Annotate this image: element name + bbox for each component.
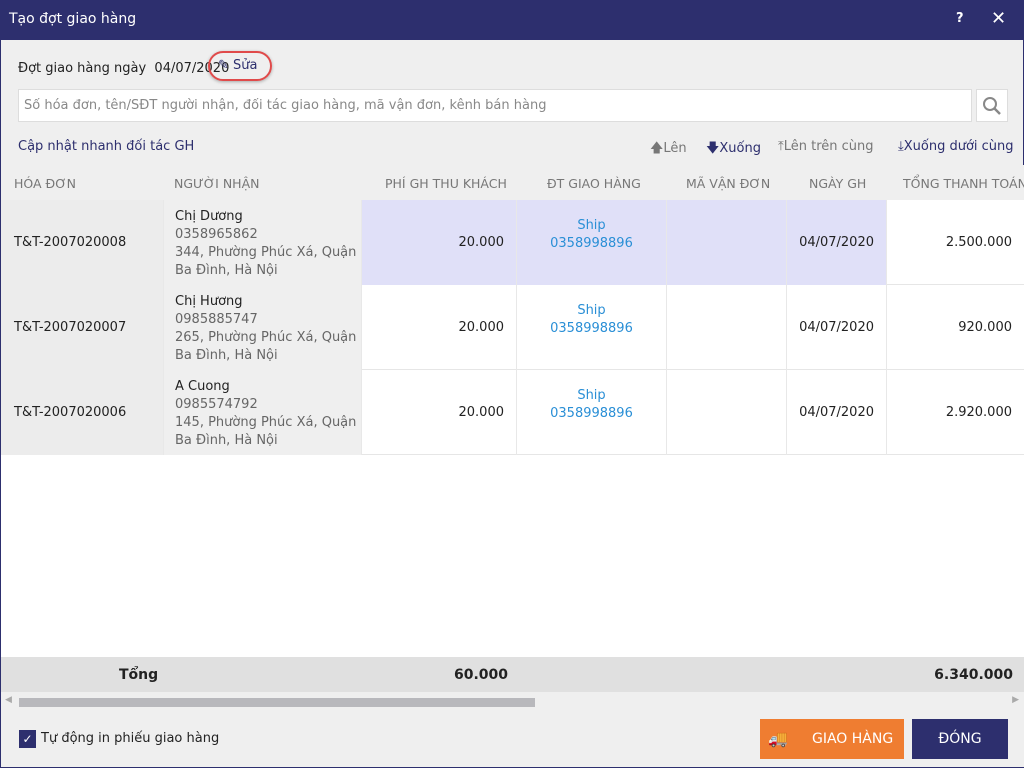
move-top-label: Lên trên cùng [783,139,874,154]
quick-update-partner-link[interactable]: Cập nhật nhanh đối tác GH [18,139,194,154]
tracking-cell[interactable] [667,285,787,370]
col-fee[interactable]: PHÍ GH THU KHÁCH [385,176,507,191]
date-cell[interactable]: 04/07/2020 [787,285,887,370]
fee-cell[interactable]: 20.000 [362,370,517,455]
col-partner[interactable]: ĐT GIAO HÀNG [547,176,641,191]
date-value: 04/07/2020 [799,405,874,420]
tracking-cell[interactable] [667,200,787,285]
total-cell: 2.920.000 [887,370,1024,455]
recipient-phone: 0358965862 [175,227,258,242]
table-row[interactable]: T&T-2007020008 Chị Dương 0358965862 344, P… [1,200,1024,285]
invoice-cell: T&T-2007020007 [1,285,164,370]
partner-name[interactable]: Ship [517,387,666,405]
total-value: 2.920.000 [945,405,1012,420]
fee-value: 20.000 [458,320,505,335]
move-down-label: Xuống [719,141,761,156]
move-down-button[interactable]: 🡇Xuống [706,139,761,161]
col-tracking[interactable]: MÃ VẬN ĐƠN [686,176,770,191]
scrollbar-thumb[interactable] [19,698,535,707]
invoice-cell: T&T-2007020008 [1,200,164,285]
invoice-number[interactable]: T&T-2007020007 [14,320,126,335]
recipient-name: Chị Hương [175,294,243,309]
partner-name[interactable]: Ship [517,217,666,235]
date-value: 04/07/2020 [799,235,874,250]
edit-label: Sửa [233,58,258,73]
auto-print-label: Tự động in phiếu giao hàng [41,731,220,746]
partner-phone: 0358998896 [550,236,633,251]
fee-value: 20.000 [458,405,505,420]
recipient-phone: 0985574792 [175,397,258,412]
partner-name[interactable]: Ship [517,302,666,320]
invoice-cell: T&T-2007020006 [1,370,164,455]
window-title: Tạo đợt giao hàng [9,11,137,27]
move-bottom-label: Xuống dưới cùng [903,139,1014,154]
totals-row: Tổng 60.000 6.340.000 [1,657,1024,692]
close-icon[interactable]: ✕ [991,8,1006,29]
search-icon [983,97,1001,115]
recipient-address-2: Ba Đình, Hà Nội [175,433,278,448]
arrow-down-icon: 🡇 [706,141,720,156]
scroll-left-icon[interactable]: ◀ [5,695,12,705]
recipient-address-2: Ba Đình, Hà Nội [175,348,278,363]
table-header: HÓA ĐƠN NGƯỜI NHẬN PHÍ GH THU KHÁCH ĐT G… [1,165,1024,200]
fee-cell[interactable]: 20.000 [362,285,517,370]
date-value: 04/07/2020 [799,320,874,335]
recipient-address: 344, Phường Phúc Xá, Quận [175,245,357,260]
col-recipient[interactable]: NGƯỜI NHẬN [174,176,260,191]
recipient-cell: Chị Dương 0358965862 344, Phường Phúc Xá, … [164,200,362,285]
close-button[interactable]: ĐÓNG [912,719,1008,759]
recipient-address: 145, Phường Phúc Xá, Quận [175,415,357,430]
partner-cell[interactable]: Ship 0358998896 [517,285,667,370]
invoice-number[interactable]: T&T-2007020008 [14,235,126,250]
recipient-name: Chị Dương [175,209,243,224]
date-cell[interactable]: 04/07/2020 [787,200,887,285]
tracking-cell[interactable] [667,370,787,455]
move-bottom-button[interactable]: ⤓Xuống dưới cùng [898,139,1014,154]
orders-table: HÓA ĐƠN NGƯỜI NHẬN PHÍ GH THU KHÁCH ĐT G… [1,165,1024,657]
total-cell: 2.500.000 [887,200,1024,285]
recipient-name: A Cuong [175,379,230,394]
totals-label: Tổng [119,667,159,683]
partner-phone: 0358998896 [550,321,633,336]
search-input[interactable] [18,89,972,122]
deliver-button[interactable]: 🚚 GIAO HÀNG [760,719,904,759]
partner-cell[interactable]: Ship 0358998896 [517,200,667,285]
move-up-label: Lên [663,141,687,156]
batch-label: Đợt giao hàng ngày [18,61,147,76]
pencil-icon: ✎ [218,58,229,73]
invoice-number[interactable]: T&T-2007020006 [14,405,126,420]
table-row[interactable]: T&T-2007020007 Chị Hương 0985885747 265, P… [1,285,1024,370]
edit-date-button[interactable]: ✎ Sửa [208,51,272,81]
truck-icon: 🚚 [768,729,788,748]
col-date[interactable]: NGÀY GH [809,176,866,191]
deliver-label: GIAO HÀNG [812,731,894,747]
fee-cell[interactable]: 20.000 [362,200,517,285]
recipient-phone: 0985885747 [175,312,258,327]
recipient-cell: A Cuong 0985574792 145, Phường Phúc Xá, Qu… [164,370,362,455]
total-value: 2.500.000 [945,235,1012,250]
title-bar: Tạo đợt giao hàng ? ✕ [1,0,1024,40]
col-invoice[interactable]: HÓA ĐƠN [14,176,76,191]
auto-print-checkbox[interactable]: ✓ [19,730,36,748]
total-cell: 920.000 [887,285,1024,370]
date-cell[interactable]: 04/07/2020 [787,370,887,455]
recipient-address: 265, Phường Phúc Xá, Quận [175,330,357,345]
partner-phone: 0358998896 [550,406,633,421]
recipient-address-2: Ba Đình, Hà Nội [175,263,278,278]
scroll-right-icon[interactable]: ▶ [1012,695,1019,705]
col-total[interactable]: TỔNG THANH TOÁN [903,176,1024,191]
totals-amount: 6.340.000 [934,667,1013,683]
help-icon[interactable]: ? [956,11,964,26]
total-value: 920.000 [958,320,1012,335]
move-top-button[interactable]: ⤒Lên trên cùng [778,139,874,154]
move-up-button[interactable]: 🡅Lên [650,139,687,161]
table-row[interactable]: T&T-2007020006 A Cuong 0985574792 145, Phư… [1,370,1024,455]
partner-cell[interactable]: Ship 0358998896 [517,370,667,455]
search-button[interactable] [976,89,1008,122]
totals-fee: 60.000 [453,667,508,683]
recipient-cell: Chị Hương 0985885747 265, Phường Phúc Xá, … [164,285,362,370]
batch-date-row: Đợt giao hàng ngày 04/07/2020 [18,61,229,76]
fee-value: 20.000 [458,235,505,250]
arrow-up-icon: 🡅 [650,141,664,156]
